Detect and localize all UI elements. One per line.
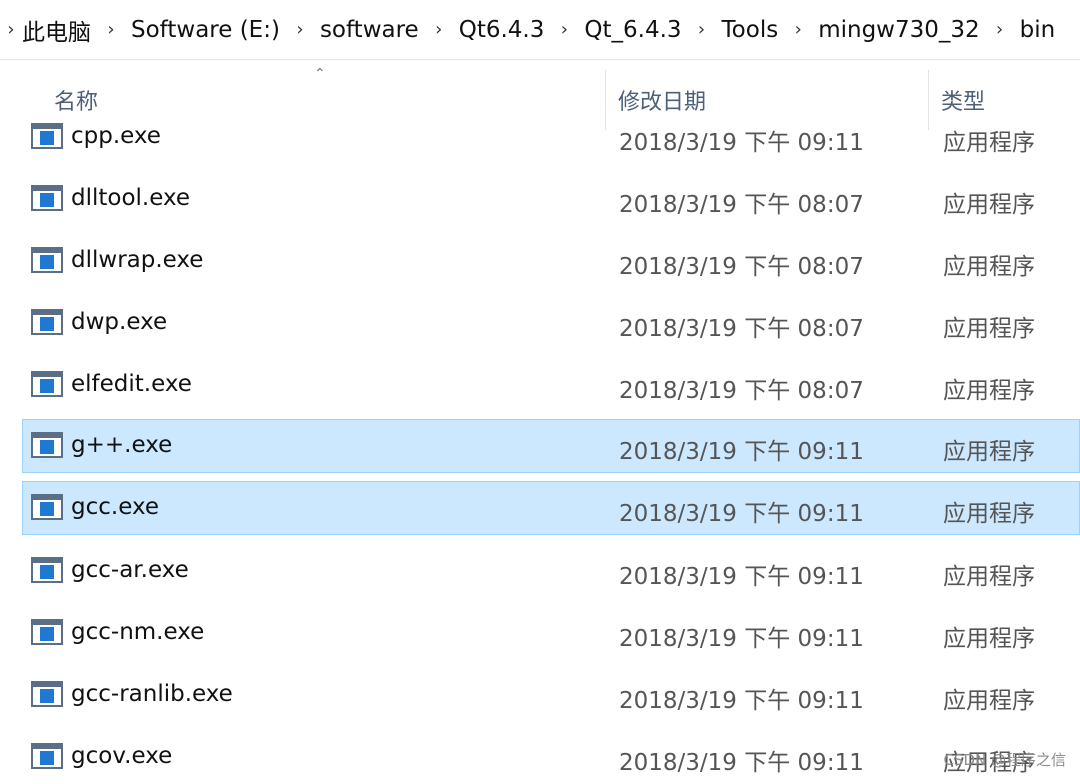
breadcrumb-item-qt-version[interactable]: Qt6.4.3 [459,17,545,43]
file-row[interactable]: cpp.exe 2018/3/19 下午 09:11 应用程序 [22,110,1080,164]
file-date: 2018/3/19 下午 09:11 [619,494,864,528]
file-name: dwp.exe [71,309,167,335]
file-row[interactable]: dlltool.exe 2018/3/19 下午 08:07 应用程序 [22,172,1080,226]
breadcrumb-item-qt-folder[interactable]: Qt_6.4.3 [584,17,681,43]
file-row[interactable]: gcc-ar.exe 2018/3/19 下午 09:11 应用程序 [22,544,1080,598]
application-exe-icon [31,371,63,397]
application-exe-icon [31,743,63,769]
file-row[interactable]: g++.exe 2018/3/19 下午 09:11 应用程序 [22,419,1080,473]
chevron-right-icon[interactable]: › [778,19,818,40]
breadcrumb: › 此电脑 › Software (E:) › software › Qt6.4… [0,0,1080,60]
file-type: 应用程序 [943,371,1035,405]
application-exe-icon [31,309,63,335]
file-type: 应用程序 [943,619,1035,653]
breadcrumb-item-drive[interactable]: Software (E:) [131,17,280,43]
breadcrumb-item-mingw[interactable]: mingw730_32 [818,17,979,43]
file-date: 2018/3/19 下午 09:11 [619,619,864,653]
file-row[interactable]: gcc-ranlib.exe 2018/3/19 下午 09:11 应用程序 [22,668,1080,722]
sort-up-icon: ⌃ [314,66,326,82]
file-date: 2018/3/19 下午 09:11 [619,123,864,157]
file-type: 应用程序 [943,681,1035,715]
application-exe-icon [31,432,63,458]
file-name: dllwrap.exe [71,247,203,273]
file-row[interactable]: gcc-nm.exe 2018/3/19 下午 09:11 应用程序 [22,606,1080,660]
chevron-right-icon[interactable]: › [280,19,320,40]
chevron-right-icon[interactable]: › [419,19,459,40]
breadcrumb-item-software[interactable]: software [320,17,419,43]
file-name: cpp.exe [71,123,161,149]
file-name: elfedit.exe [71,371,192,397]
application-exe-icon [31,681,63,707]
chevron-right-icon[interactable]: › [91,19,131,40]
file-row[interactable]: gcc.exe 2018/3/19 下午 09:11 应用程序 [22,481,1080,535]
file-type: 应用程序 [943,185,1035,219]
breadcrumb-item-bin[interactable]: bin [1020,17,1056,43]
application-exe-icon [31,123,63,149]
file-type: 应用程序 [943,309,1035,343]
file-name: gcc-ar.exe [71,557,189,583]
file-name: gcov.exe [71,743,172,769]
file-date: 2018/3/19 下午 09:11 [619,743,864,777]
application-exe-icon [31,494,63,520]
file-row[interactable]: dllwrap.exe 2018/3/19 下午 08:07 应用程序 [22,234,1080,288]
file-date: 2018/3/19 下午 09:11 [619,681,864,715]
file-type: 应用程序 [943,123,1035,157]
chevron-right-icon[interactable]: › [544,19,584,40]
file-type: 应用程序 [943,494,1035,528]
file-name: gcc-ranlib.exe [71,681,233,707]
file-date: 2018/3/19 下午 08:07 [619,185,864,219]
file-type: 应用程序 [943,247,1035,281]
chevron-right-icon[interactable]: › [0,19,22,40]
file-type: 应用程序 [943,557,1035,591]
file-date: 2018/3/19 下午 09:11 [619,432,864,466]
application-exe-icon [31,247,63,273]
file-date: 2018/3/19 下午 08:07 [619,371,864,405]
file-name: gcc.exe [71,494,159,520]
chevron-right-icon[interactable]: › [980,19,1020,40]
file-date: 2018/3/19 下午 08:07 [619,247,864,281]
application-exe-icon [31,619,63,645]
watermark: CSDN @程序之信 [943,749,1066,770]
file-name: dlltool.exe [71,185,190,211]
application-exe-icon [31,185,63,211]
file-date: 2018/3/19 下午 09:11 [619,557,864,591]
file-name: gcc-nm.exe [71,619,204,645]
file-name: g++.exe [71,432,172,458]
file-row[interactable]: gcov.exe 2018/3/19 下午 09:11 应用程序 [22,730,1080,784]
breadcrumb-item-this-pc[interactable]: 此电脑 [22,13,91,47]
breadcrumb-item-tools[interactable]: Tools [722,17,779,43]
file-type: 应用程序 [943,432,1035,466]
file-date: 2018/3/19 下午 08:07 [619,309,864,343]
file-row[interactable]: dwp.exe 2018/3/19 下午 08:07 应用程序 [22,296,1080,350]
application-exe-icon [31,557,63,583]
file-row[interactable]: elfedit.exe 2018/3/19 下午 08:07 应用程序 [22,358,1080,412]
chevron-right-icon[interactable]: › [682,19,722,40]
